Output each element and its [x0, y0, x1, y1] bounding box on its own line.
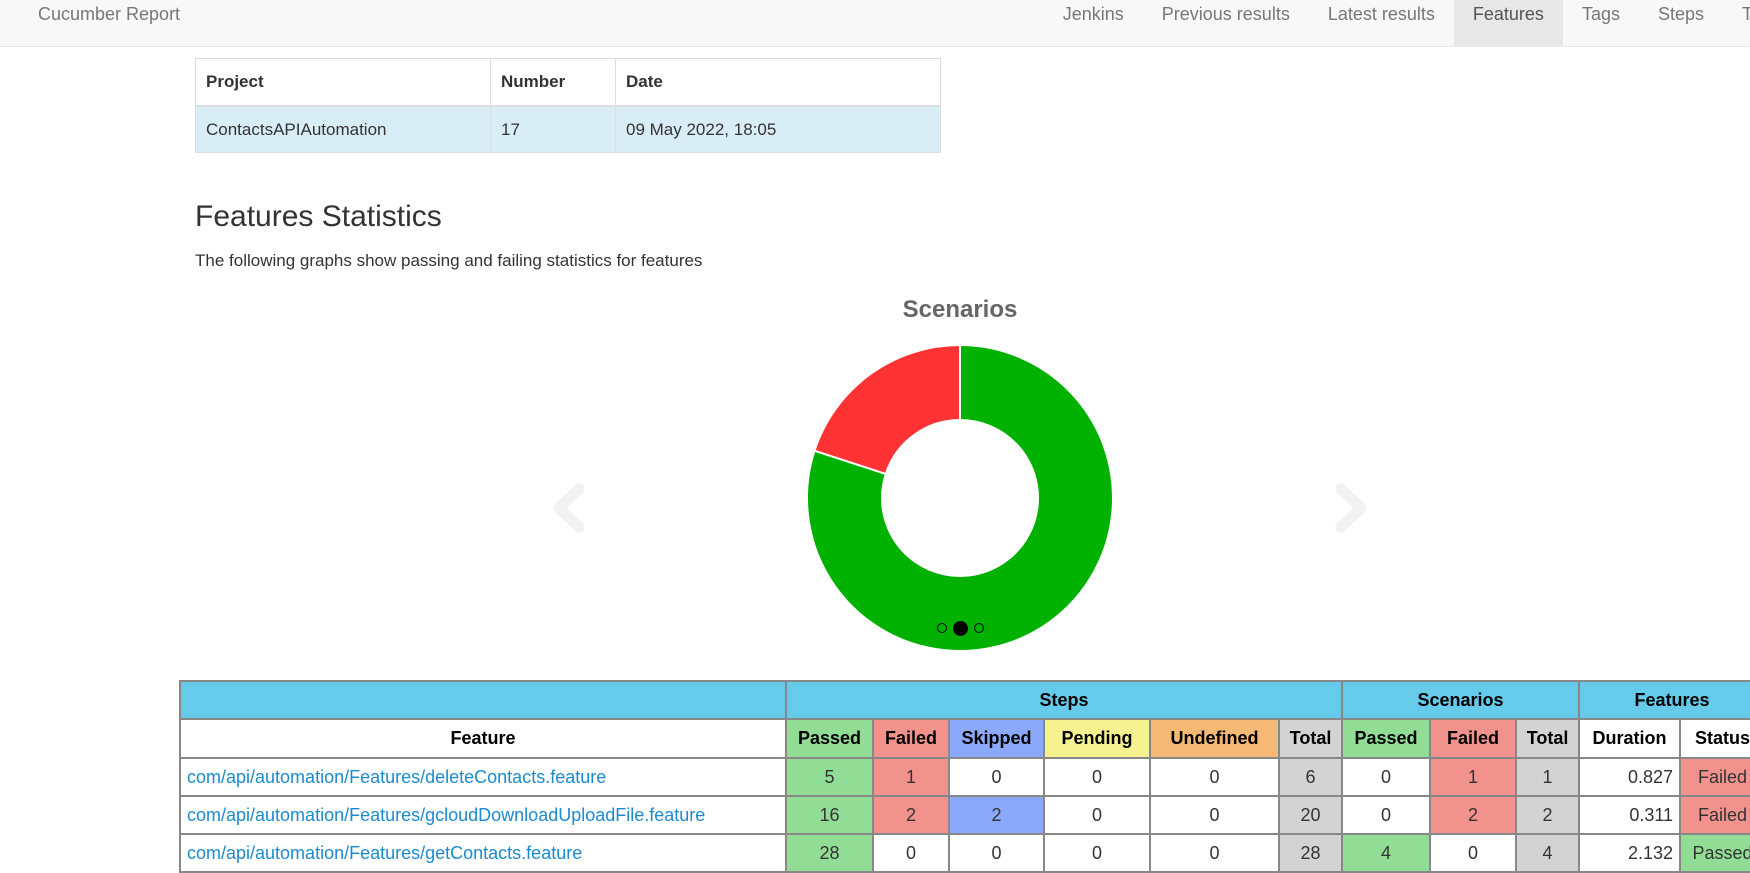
scenarios-total: 4	[1515, 833, 1581, 873]
col-scenarios-failed[interactable]: Failed	[1429, 718, 1518, 759]
steps-pending: 0	[1043, 833, 1151, 873]
duration: 2.132	[1578, 833, 1682, 873]
col-steps-undefined[interactable]: Undefined	[1149, 718, 1280, 759]
col-duration[interactable]: Duration	[1578, 718, 1682, 759]
table-row: com/api/automation/Features/deleteContac…	[179, 757, 1750, 797]
steps-failed: 2	[872, 795, 950, 835]
scenarios-failed: 2	[1429, 795, 1518, 835]
carousel-indicator-2[interactable]	[952, 620, 968, 636]
steps-total: 6	[1277, 757, 1344, 797]
col-steps-passed[interactable]: Passed	[785, 718, 874, 759]
group-header-scenarios: Scenarios	[1341, 680, 1581, 720]
scenarios-passed: 0	[1341, 795, 1432, 835]
steps-failed: 1	[872, 757, 950, 797]
scenarios-failed: 1	[1429, 757, 1518, 797]
col-scenarios-total[interactable]: Total	[1515, 718, 1581, 759]
steps-total: 28	[1277, 833, 1344, 873]
col-steps-failed[interactable]: Failed	[872, 718, 950, 759]
col-feature[interactable]: Feature	[179, 718, 787, 759]
col-scenarios-passed[interactable]: Passed	[1341, 718, 1432, 759]
steps-skipped: 0	[948, 757, 1045, 797]
table-row: com/api/automation/Features/getContacts.…	[179, 833, 1750, 873]
steps-total: 20	[1277, 795, 1344, 835]
col-steps-pending[interactable]: Pending	[1043, 718, 1151, 759]
duration: 0.827	[1578, 757, 1682, 797]
feature-statistics-table: Steps Scenarios Features Feature Passed …	[179, 680, 1750, 873]
group-header-steps: Steps	[784, 680, 1344, 720]
scenarios-passed: 4	[1341, 833, 1432, 873]
scenarios-doughnut-chart	[806, 343, 1114, 652]
scenarios-failed: 0	[1429, 833, 1518, 873]
group-header-features: Features	[1578, 680, 1750, 720]
carousel-next-button[interactable]	[1325, 477, 1375, 537]
scenarios-carousel: Scenarios	[0, 0, 1750, 680]
steps-undefined: 0	[1149, 757, 1280, 797]
scenarios-passed: 0	[1341, 757, 1432, 797]
feature-link[interactable]: com/api/automation/Features/getContacts.…	[187, 843, 582, 863]
chevron-left-icon	[553, 483, 585, 533]
steps-pending: 0	[1043, 757, 1151, 797]
scenarios-total: 2	[1515, 795, 1581, 835]
col-steps-skipped[interactable]: Skipped	[948, 718, 1045, 759]
steps-passed: 5	[785, 757, 874, 797]
carousel-indicators	[930, 619, 990, 637]
col-steps-total[interactable]: Total	[1277, 718, 1344, 759]
steps-skipped: 2	[948, 795, 1045, 835]
steps-skipped: 0	[948, 833, 1045, 873]
carousel-indicator-1[interactable]	[936, 623, 947, 633]
steps-pending: 0	[1043, 795, 1151, 835]
steps-passed: 28	[785, 833, 874, 873]
group-header-feature	[179, 680, 787, 720]
feature-link[interactable]: com/api/automation/Features/deleteContac…	[187, 767, 606, 787]
feature-link[interactable]: com/api/automation/Features/gcloudDownlo…	[187, 805, 705, 825]
steps-passed: 16	[785, 795, 874, 835]
status-badge: Failed	[1679, 757, 1750, 797]
chevron-right-icon	[1335, 483, 1367, 533]
steps-undefined: 0	[1149, 795, 1280, 835]
carousel-indicator-3[interactable]	[973, 623, 984, 633]
slice-failed[interactable]	[813, 343, 961, 476]
scenarios-total: 1	[1515, 757, 1581, 797]
col-status[interactable]: Status	[1679, 718, 1750, 759]
status-badge: Passed	[1679, 833, 1750, 873]
table-row: com/api/automation/Features/gcloudDownlo…	[179, 795, 1750, 835]
steps-failed: 0	[872, 833, 950, 873]
steps-undefined: 0	[1149, 833, 1280, 873]
duration: 0.311	[1578, 795, 1682, 835]
status-badge: Failed	[1679, 795, 1750, 835]
carousel-prev-button[interactable]	[545, 477, 595, 537]
